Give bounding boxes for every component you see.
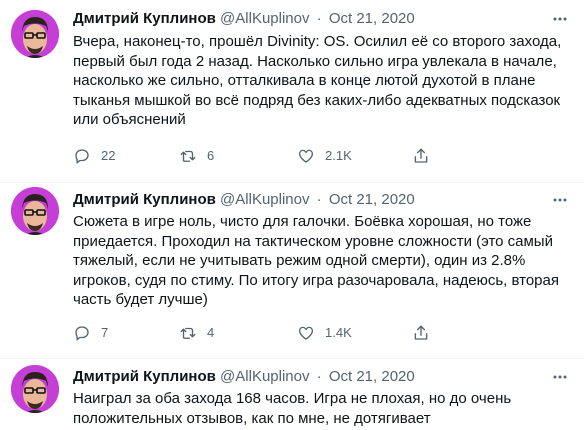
retweet-button[interactable]: 4	[179, 323, 214, 343]
tweet-text: Наиграл за оба захода 168 часов. Игра не…	[73, 390, 512, 427]
tweet-header: Дмитрий Куплинов @AllKuplinov · Oct 21, …	[73, 367, 415, 387]
display-name[interactable]: Дмитрий Куплинов	[73, 368, 216, 385]
reply-icon	[75, 326, 89, 341]
display-name[interactable]: Дмитрий Куплинов	[73, 10, 216, 27]
share-icon	[414, 325, 428, 340]
retweet-count: 4	[207, 325, 215, 340]
like-count: 1.4K	[325, 325, 352, 340]
tweet-header: Дмитрий Куплинов @AllKuplinov · Oct 21, …	[73, 190, 415, 210]
more-icon	[553, 198, 567, 202]
tweet-text: Сюжета в игре ноль, чисто для галочки. Б…	[73, 213, 559, 309]
user-handle[interactable]: @AllKuplinov	[220, 191, 309, 208]
tweet-actions: 7 4 1.4K	[73, 323, 513, 343]
reply-count: 22	[101, 148, 116, 163]
separator-dot: ·	[316, 10, 322, 27]
like-button[interactable]: 2.1K	[297, 146, 352, 166]
more-icon	[553, 17, 567, 21]
retweet-count: 6	[207, 148, 215, 163]
like-button[interactable]: 1.4K	[297, 323, 352, 343]
share-button[interactable]	[412, 146, 430, 166]
tweet[interactable]: Дмитрий Куплинов @AllKuplinov · Oct 21, …	[0, 359, 584, 430]
avatar-face-icon	[11, 187, 59, 235]
retweet-icon	[180, 150, 196, 162]
tweet-text: Вчера, наконец-то, прошёл Divinity: OS. …	[73, 33, 562, 129]
more-options-button[interactable]	[550, 9, 570, 29]
reply-button[interactable]: 7	[73, 323, 108, 343]
user-handle[interactable]: @AllKuplinov	[220, 10, 309, 27]
avatar-face-icon	[11, 365, 59, 413]
display-name[interactable]: Дмитрий Куплинов	[73, 191, 216, 208]
share-icon	[414, 148, 428, 163]
tweet-header: Дмитрий Куплинов @AllKuplinov · Oct 21, …	[73, 9, 415, 29]
share-button[interactable]	[412, 323, 430, 343]
avatar[interactable]	[11, 187, 59, 235]
like-count: 2.1K	[325, 148, 352, 163]
avatar-face-icon	[11, 10, 59, 58]
retweet-icon	[180, 327, 196, 339]
tweet-actions: 22 6 2.1K	[73, 146, 513, 166]
tweet[interactable]: Дмитрий Куплинов @AllKuplinov · Oct 21, …	[0, 0, 584, 182]
separator-dot: ·	[316, 368, 322, 385]
reply-icon	[75, 149, 89, 164]
avatar[interactable]	[11, 365, 59, 413]
more-options-button[interactable]	[550, 367, 570, 387]
reply-count: 7	[101, 325, 109, 340]
heart-icon	[298, 149, 314, 163]
separator-dot: ·	[316, 191, 322, 208]
retweet-button[interactable]: 6	[179, 146, 214, 166]
more-icon	[553, 375, 567, 379]
tweet-date[interactable]: Oct 21, 2020	[329, 10, 415, 27]
avatar[interactable]	[11, 10, 59, 58]
reply-button[interactable]: 22	[73, 146, 115, 166]
tweet-date[interactable]: Oct 21, 2020	[329, 191, 415, 208]
more-options-button[interactable]	[550, 190, 570, 210]
tweet-date[interactable]: Oct 21, 2020	[329, 368, 415, 385]
user-handle[interactable]: @AllKuplinov	[220, 368, 309, 385]
tweet[interactable]: Дмитрий Куплинов @AllKuplinov · Oct 21, …	[0, 183, 584, 358]
heart-icon	[298, 326, 314, 340]
